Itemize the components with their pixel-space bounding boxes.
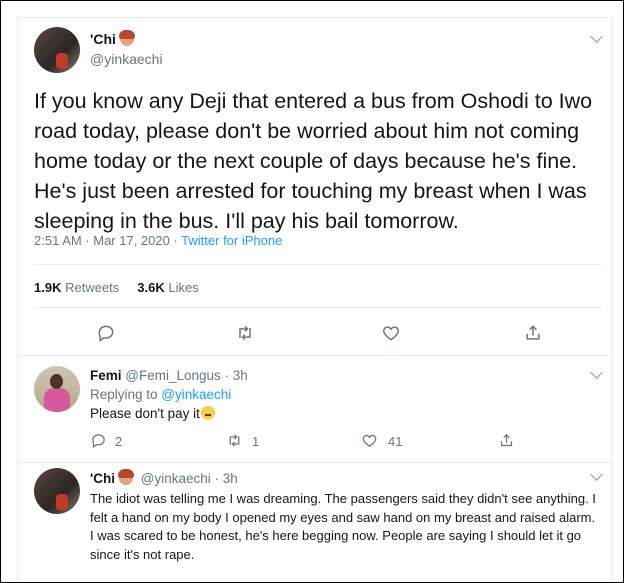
share-icon[interactable] <box>523 323 543 343</box>
like-icon[interactable] <box>361 432 378 449</box>
reply-count: 2 <box>115 434 123 449</box>
tweet-timestamp: 2:51 AM · Mar 17, 2020 · Twitter for iPh… <box>34 233 282 248</box>
avatar[interactable] <box>34 366 80 412</box>
replying-to: Replying to @yinkaechi <box>90 387 231 402</box>
display-name[interactable]: Femi <box>90 368 122 383</box>
confused-face-emoji-icon <box>200 406 215 420</box>
user-handle[interactable]: @yinkaechi <box>90 51 163 67</box>
likes-stat[interactable]: 3.6K Likes <box>137 280 198 295</box>
replying-label: Replying to <box>90 387 162 402</box>
retweets-count: 1.9K <box>34 280 62 295</box>
retweets-label: Retweets <box>65 280 120 295</box>
retweets-stat[interactable]: 1.9K Retweets <box>34 280 119 295</box>
divider <box>34 264 602 265</box>
reply-header: Femi @Femi_Longus · 3h <box>90 368 248 383</box>
retweet-icon[interactable] <box>235 323 255 343</box>
likes-count: 3.6K <box>137 280 165 295</box>
tweet-text: If you know any Deji that entered a bus … <box>34 89 593 233</box>
retweet-icon[interactable] <box>226 432 243 449</box>
display-name-text: 'Chi <box>90 31 116 47</box>
display-name[interactable]: 'Chi <box>90 471 115 486</box>
avatar[interactable] <box>34 468 80 514</box>
handle-time[interactable]: @Femi_Longus · 3h <box>125 368 248 383</box>
woman-emoji-icon <box>117 469 134 485</box>
reply-icon[interactable] <box>90 432 107 449</box>
screenshot-frame: 'Chi @yinkaechi If you know any Deji tha… <box>0 0 624 583</box>
tweet-time[interactable]: 2:51 AM · Mar 17, 2020 · <box>34 233 181 248</box>
reply-text: Please don't pay it <box>90 406 215 421</box>
replying-handle-link[interactable]: @yinkaechi <box>161 387 231 402</box>
display-name[interactable]: 'Chi <box>90 30 135 47</box>
reply-icon[interactable] <box>96 323 116 343</box>
retweet-count: 1 <box>252 434 260 449</box>
divider <box>18 462 612 463</box>
handle-time[interactable]: @yinkaechi · 3h <box>141 471 238 486</box>
share-icon[interactable] <box>498 432 515 449</box>
like-count: 41 <box>388 434 403 449</box>
divider <box>18 355 612 356</box>
divider <box>34 307 602 308</box>
avatar[interactable] <box>34 27 80 73</box>
like-icon[interactable] <box>381 323 401 343</box>
reply-text-content: Please don't pay it <box>90 406 200 421</box>
reply-text: The idiot was telling me I was dreaming.… <box>90 491 596 562</box>
likes-label: Likes <box>168 280 199 295</box>
woman-emoji-icon <box>118 30 135 46</box>
reply-header: 'Chi @yinkaechi · 3h <box>90 469 238 486</box>
tweet-source-link[interactable]: Twitter for iPhone <box>181 233 282 248</box>
tweet-stats: 1.9K Retweets 3.6K Likes <box>34 280 199 295</box>
